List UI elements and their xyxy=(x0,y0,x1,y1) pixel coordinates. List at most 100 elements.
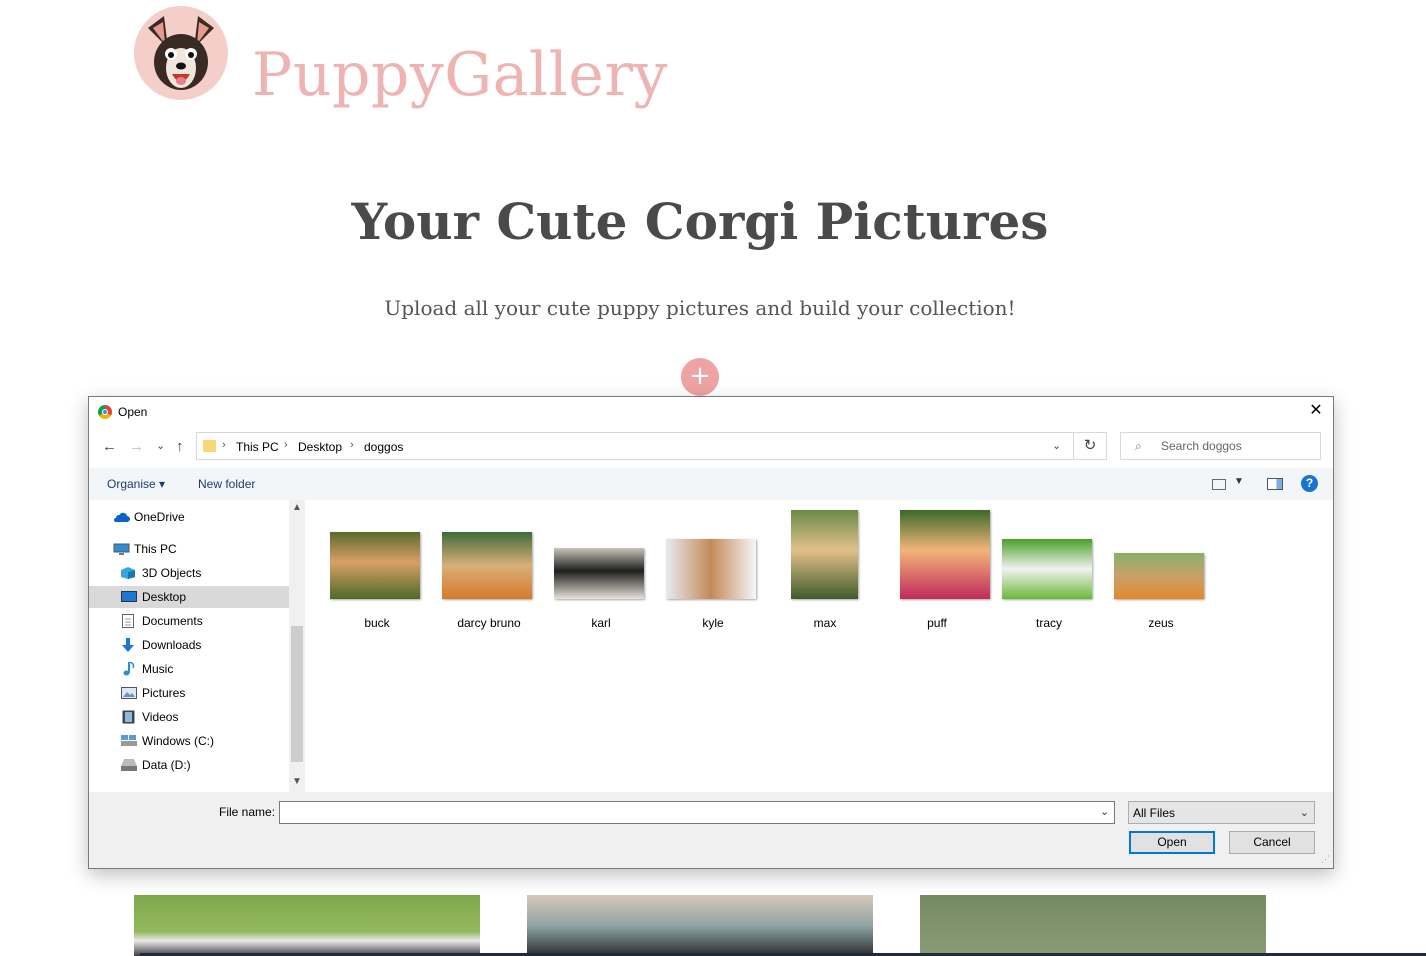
resize-grip-icon[interactable]: ⋰ xyxy=(1321,854,1330,865)
sidebar-item-3d-objects[interactable]: 3D Objects xyxy=(89,562,289,584)
desktop-icon xyxy=(121,591,137,602)
chevron-down-icon[interactable]: ▼ xyxy=(292,776,302,787)
sidebar-item-label: Music xyxy=(142,662,174,676)
open-button[interactable]: Open xyxy=(1129,831,1215,854)
sidebar-item-videos[interactable]: Videos xyxy=(89,706,289,728)
image-thumbnail xyxy=(1114,553,1204,599)
file-item-kyle[interactable]: kyle xyxy=(659,510,767,630)
file-name: kyle xyxy=(702,616,724,630)
music-icon xyxy=(123,662,135,676)
new-folder-button[interactable]: New folder xyxy=(198,477,255,491)
chevron-up-icon[interactable]: ▲ xyxy=(292,502,302,513)
puppy-face-icon xyxy=(148,16,214,90)
sidebar-item-desktop[interactable]: Desktop xyxy=(89,586,289,608)
sidebar-item-pictures[interactable]: Pictures xyxy=(89,682,289,704)
file-name: tracy xyxy=(1035,616,1062,630)
navigation-pane: OneDrive This PC 3D Objects Desktop Docu… xyxy=(89,500,304,792)
file-name-input[interactable] xyxy=(279,801,1115,824)
navigation-scrollbar[interactable]: ▲ ▼ xyxy=(289,500,305,792)
search-input[interactable] xyxy=(1159,438,1318,454)
sidebar-item-data-d[interactable]: Data (D:) xyxy=(89,754,289,776)
up-arrow-icon[interactable]: ↑ xyxy=(176,438,184,455)
breadcrumb-this-pc[interactable]: This PC xyxy=(236,440,279,454)
puppy-logo xyxy=(134,6,228,100)
file-item-max[interactable]: max xyxy=(771,510,879,630)
search-icon: ⌕ xyxy=(1135,439,1142,453)
breadcrumb-doggos[interactable]: doggos xyxy=(364,440,403,454)
gallery-photo[interactable] xyxy=(134,895,480,956)
help-icon[interactable]: ? xyxy=(1301,475,1318,492)
image-thumbnail xyxy=(900,510,990,599)
chevron-down-icon[interactable]: ▼ xyxy=(1234,476,1244,487)
preview-pane-icon[interactable] xyxy=(1267,478,1283,490)
sidebar-item-label: Desktop xyxy=(142,590,187,604)
forward-arrow-icon[interactable]: → xyxy=(129,438,144,455)
close-icon[interactable]: ✕ xyxy=(1305,400,1327,422)
sidebar-item-label: Data (D:) xyxy=(142,758,191,772)
image-thumbnail xyxy=(666,539,756,599)
view-options-icon[interactable] xyxy=(1212,479,1226,490)
sidebar-item-documents[interactable]: Documents xyxy=(89,610,289,632)
image-thumbnail xyxy=(330,532,420,599)
command-toolbar: Organise ▾ New folder ▼ ? xyxy=(89,468,1333,500)
breadcrumb-desktop[interactable]: Desktop xyxy=(298,440,342,454)
file-item-tracy[interactable]: tracy xyxy=(995,510,1103,630)
sidebar-item-label: 3D Objects xyxy=(142,566,202,580)
organise-menu[interactable]: Organise ▾ xyxy=(107,477,165,491)
sidebar-item-label: Videos xyxy=(142,710,179,724)
file-name: darcy bruno xyxy=(457,616,521,630)
sidebar-item-this-pc[interactable]: This PC xyxy=(89,538,289,560)
page-title: Your Cute Corgi Pictures xyxy=(351,192,1049,251)
file-name: buck xyxy=(364,616,390,630)
refresh-icon[interactable]: ↻ xyxy=(1074,432,1107,460)
add-photo-button[interactable]: + xyxy=(681,358,719,396)
open-file-dialog: Open ✕ ← → ⌄ ↑ › This PC › Desktop › dog… xyxy=(88,396,1334,869)
folder-icon xyxy=(203,440,216,452)
sidebar-item-label: Downloads xyxy=(142,638,202,652)
brand-name: PuppyGallery xyxy=(252,40,668,110)
scroll-thumb[interactable] xyxy=(291,626,303,762)
onedrive-icon xyxy=(114,512,130,522)
image-thumbnail xyxy=(791,510,858,599)
chevron-right-icon: › xyxy=(222,439,226,451)
dialog-title: Open xyxy=(118,405,148,419)
chevron-right-icon: › xyxy=(350,439,354,451)
cancel-button[interactable]: Cancel xyxy=(1229,831,1315,854)
file-item-darcy-bruno[interactable]: darcy bruno xyxy=(435,510,543,630)
file-item-karl[interactable]: karl xyxy=(547,510,655,630)
sidebar-item-onedrive[interactable]: OneDrive xyxy=(89,506,289,528)
sidebar-item-windows-c[interactable]: Windows (C:) xyxy=(89,730,289,752)
sidebar-item-label: OneDrive xyxy=(134,510,185,524)
drive-d-icon xyxy=(121,759,137,771)
sidebar-item-downloads[interactable]: Downloads xyxy=(89,634,289,656)
file-item-puff[interactable]: puff xyxy=(883,510,991,630)
search-box[interactable]: ⌕ xyxy=(1120,432,1321,460)
back-arrow-icon[interactable]: ← xyxy=(102,438,117,455)
download-icon xyxy=(122,638,134,652)
pc-icon xyxy=(113,543,130,555)
address-bar[interactable]: › This PC › Desktop › doggos ⌄ xyxy=(196,432,1074,460)
file-type-value: All Files xyxy=(1133,806,1176,820)
file-name-label: File name: xyxy=(219,805,276,819)
sidebar-item-label: Documents xyxy=(142,614,203,628)
file-item-buck[interactable]: buck xyxy=(323,510,431,630)
chrome-icon xyxy=(98,405,112,419)
gallery-photo[interactable] xyxy=(920,895,1266,956)
pictures-icon xyxy=(121,687,137,699)
file-type-select[interactable]: All Files ⌄ xyxy=(1128,801,1315,824)
cube-icon xyxy=(121,567,135,579)
image-thumbnail xyxy=(442,532,532,599)
file-name: max xyxy=(813,616,837,630)
file-name: zeus xyxy=(1148,616,1174,630)
file-item-zeus[interactable]: zeus xyxy=(1107,510,1215,630)
file-list: buck darcy bruno karl kyle max puff trac… xyxy=(305,500,1333,792)
gallery-photo[interactable] xyxy=(527,895,873,956)
recent-locations-icon[interactable]: ⌄ xyxy=(156,439,165,452)
page-subtitle: Upload all your cute puppy pictures and … xyxy=(384,296,1016,320)
chevron-right-icon: › xyxy=(284,439,288,451)
file-name: puff xyxy=(927,616,947,630)
dialog-titlebar: Open ✕ xyxy=(89,397,1333,427)
sidebar-item-label: Pictures xyxy=(142,686,186,700)
sidebar-item-music[interactable]: Music xyxy=(89,658,289,680)
chevron-down-icon[interactable]: ⌄ xyxy=(1052,439,1061,452)
